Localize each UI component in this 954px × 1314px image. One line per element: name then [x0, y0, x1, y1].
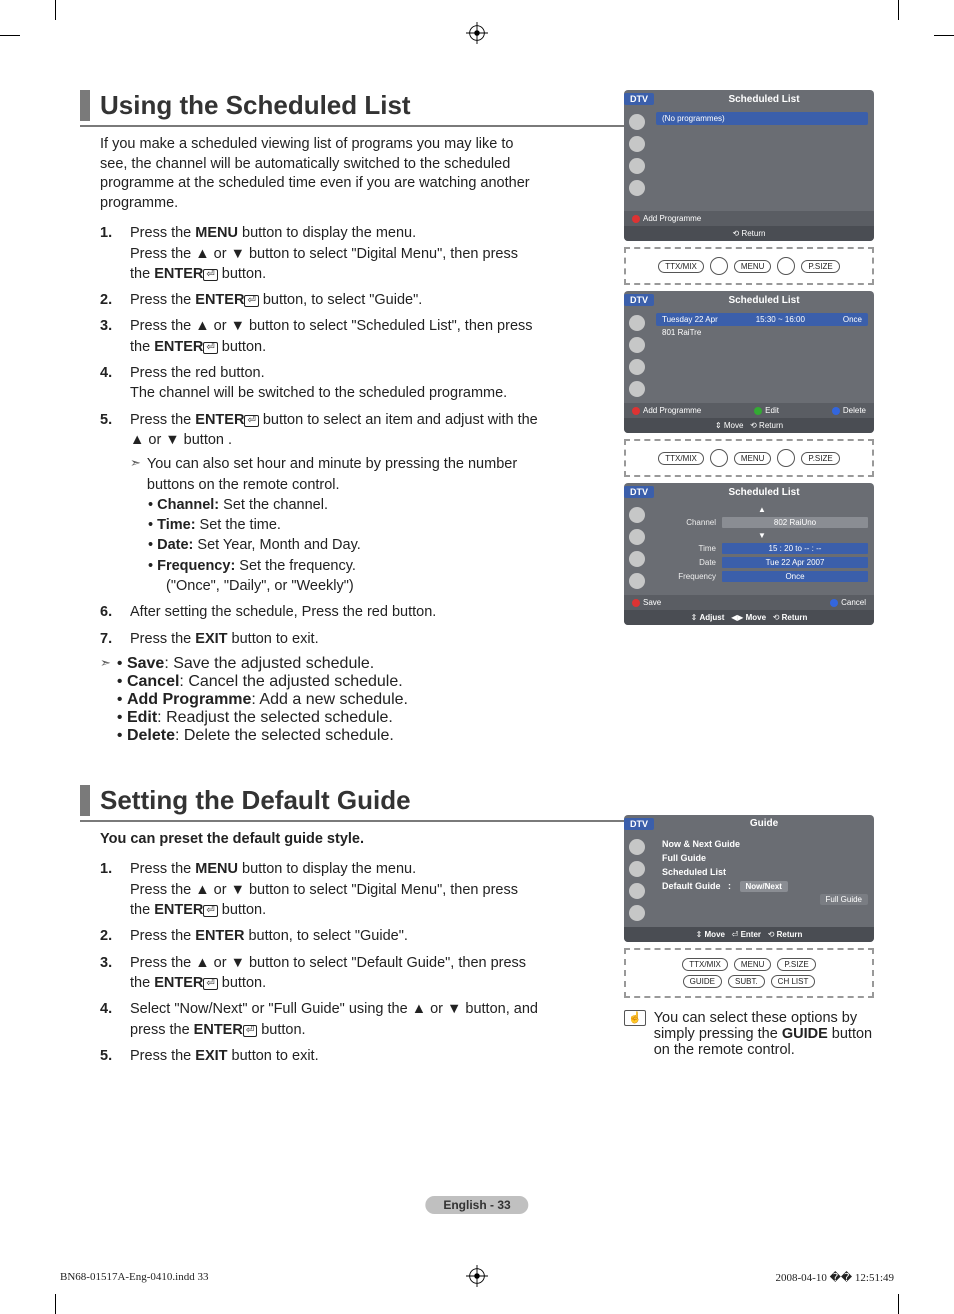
screenshot-scheduled-filled: DTVScheduled List Tuesday 22 Apr15:30 ~ …: [624, 291, 874, 433]
screenshot-schedule-edit: DTVScheduled List ▲ Channel802 RaiUno ▼ …: [624, 483, 874, 625]
content-area: Using the Scheduled List If you make a s…: [80, 90, 874, 1066]
menu-button[interactable]: MENU: [734, 260, 772, 273]
section-intro: If you make a scheduled viewing list of …: [80, 135, 540, 213]
note: ➣You can also set hour and minute by pre…: [130, 454, 540, 495]
schedule-row[interactable]: Tuesday 22 Apr15:30 ~ 16:00Once: [656, 313, 868, 326]
tip-icon: ☝: [624, 1010, 646, 1026]
step-text: Press the red button. The channel will b…: [130, 363, 540, 404]
remote-buttons-callout: TTX/MIX MENU P.SIZE: [624, 247, 874, 285]
enter-icon: ⏎: [203, 978, 217, 990]
registration-mark-icon: [466, 22, 488, 49]
step-text: Press the EXIT button to exit.: [130, 1046, 540, 1066]
return-button[interactable]: Return: [759, 421, 783, 430]
psize-button[interactable]: P.SIZE: [801, 260, 839, 273]
enter-icon: ⏎: [203, 269, 217, 281]
menu-icon: [629, 114, 645, 130]
steps-list: 1. Press the MENU button to display the …: [80, 223, 540, 649]
date-field[interactable]: Tue 22 Apr 2007: [722, 557, 868, 568]
schedule-channel: 801 RaiTre: [656, 328, 868, 337]
time-field[interactable]: 15 : 20 to -- : --: [722, 543, 868, 554]
edit-button[interactable]: Edit: [765, 406, 779, 415]
ttx-button[interactable]: TTX/MIX: [682, 958, 728, 971]
enter-icon: ⏎: [244, 415, 258, 427]
chlist-button[interactable]: CH LIST: [771, 975, 816, 988]
remote-buttons-callout: TTX/MIX MENU P.SIZE GUIDE SUBT. CH LIST: [624, 948, 874, 998]
return-button[interactable]: Return: [777, 930, 803, 939]
menu-item[interactable]: Full Guide: [656, 851, 868, 865]
move-button[interactable]: Move: [724, 421, 744, 430]
enter-icon: ⏎: [203, 342, 217, 354]
screenshot-guide-menu: DTVGuide Now & Next Guide Full Guide Sch…: [624, 815, 874, 942]
add-programme-button[interactable]: Add Programme: [643, 406, 701, 415]
no-programmes-row: (No programmes): [656, 112, 868, 125]
enter-icon: ⏎: [243, 1025, 257, 1037]
cancel-button[interactable]: Cancel: [841, 598, 866, 607]
field-label: Channel: [656, 518, 716, 527]
note-arrow-icon: ➣: [130, 454, 141, 495]
ttx-button[interactable]: TTX/MIX: [658, 260, 704, 273]
step-text: Press the ENTER button, to select "Guide…: [130, 926, 540, 946]
step-text: Press the ENTER⏎ button, to select "Guid…: [130, 290, 540, 310]
color-button[interactable]: [710, 257, 728, 275]
tip-note: ☝ You can select these options by simply…: [624, 1010, 874, 1058]
subt-button[interactable]: SUBT.: [728, 975, 765, 988]
menu-button[interactable]: MENU: [734, 958, 772, 971]
section-scheduled-list: Using the Scheduled List If you make a s…: [80, 90, 874, 745]
step-text: Press the EXIT button to exit.: [130, 629, 540, 649]
menu-icon: [629, 136, 645, 152]
adjust-button[interactable]: Adjust: [700, 613, 725, 622]
page: Using the Scheduled List If you make a s…: [0, 0, 954, 1314]
frequency-field[interactable]: Once: [722, 571, 868, 582]
return-button[interactable]: Return: [782, 613, 808, 622]
section-intro: You can preset the default guide style.: [80, 830, 540, 850]
option-full-guide[interactable]: Full Guide: [820, 894, 868, 905]
screenshot-title: Scheduled List: [654, 94, 874, 105]
option-now-next[interactable]: Now/Next: [740, 881, 788, 892]
menu-item[interactable]: Scheduled List: [656, 865, 868, 879]
screenshots-column: DTVGuide Now & Next Guide Full Guide Sch…: [624, 815, 874, 1058]
sub-item: Channel: Set the channel.: [130, 495, 540, 515]
add-programme-button[interactable]: Add Programme: [643, 214, 701, 223]
step-text: Press the ▲ or ▼ button to select "Sched…: [130, 316, 540, 357]
psize-button[interactable]: P.SIZE: [777, 958, 815, 971]
screenshot-scheduled-empty: DTVScheduled List (No programmes) Add Pr…: [624, 90, 874, 241]
step-text: Press the ▲ or ▼ button to select "Defau…: [130, 953, 540, 994]
channel-field[interactable]: 802 RaiUno: [722, 517, 868, 528]
screenshot-title: Guide: [654, 818, 874, 829]
return-button[interactable]: Return: [741, 229, 765, 238]
enter-icon: ⏎: [244, 295, 258, 307]
dtv-badge: DTV: [624, 93, 654, 105]
move-button[interactable]: Move: [746, 613, 766, 622]
enter-button[interactable]: Enter: [741, 930, 761, 939]
step-text: Press the MENU button to display the men…: [130, 859, 540, 920]
menu-item[interactable]: Now & Next Guide: [656, 837, 868, 851]
remote-buttons-callout: TTX/MIX MENU P.SIZE: [624, 439, 874, 477]
step-text: After setting the schedule, Press the re…: [130, 602, 540, 622]
section-title: Setting the Default Guide: [80, 785, 874, 816]
menu-icon: [629, 158, 645, 174]
enter-icon: ⏎: [203, 905, 217, 917]
delete-button[interactable]: Delete: [843, 406, 866, 415]
menu-item[interactable]: Default Guide : Now/Next: [656, 879, 868, 894]
guide-button[interactable]: GUIDE: [683, 975, 722, 988]
step-text: Select "Now/Next" or "Full Guide" using …: [130, 999, 540, 1040]
section-default-guide: Setting the Default Guide You can preset…: [80, 785, 874, 1066]
move-button[interactable]: Move: [705, 930, 725, 939]
step-text: Press the ENTER⏎ button to select an ite…: [130, 410, 540, 597]
screenshots-column: DTVScheduled List (No programmes) Add Pr…: [624, 90, 874, 631]
page-number: English - 33: [425, 1196, 528, 1214]
step-number: 1.: [100, 223, 130, 284]
menu-icon: [629, 180, 645, 196]
note-arrow-icon: ➣: [100, 655, 111, 745]
steps-list: 1. Press the MENU button to display the …: [80, 859, 540, 1066]
options-note: ➣ Save: Save the adjusted schedule. Canc…: [80, 655, 540, 745]
color-button[interactable]: [777, 257, 795, 275]
save-button[interactable]: Save: [643, 598, 661, 607]
crop-marks-bottom: [0, 1274, 954, 1314]
step-text: Press the MENU button to display the men…: [130, 223, 540, 284]
